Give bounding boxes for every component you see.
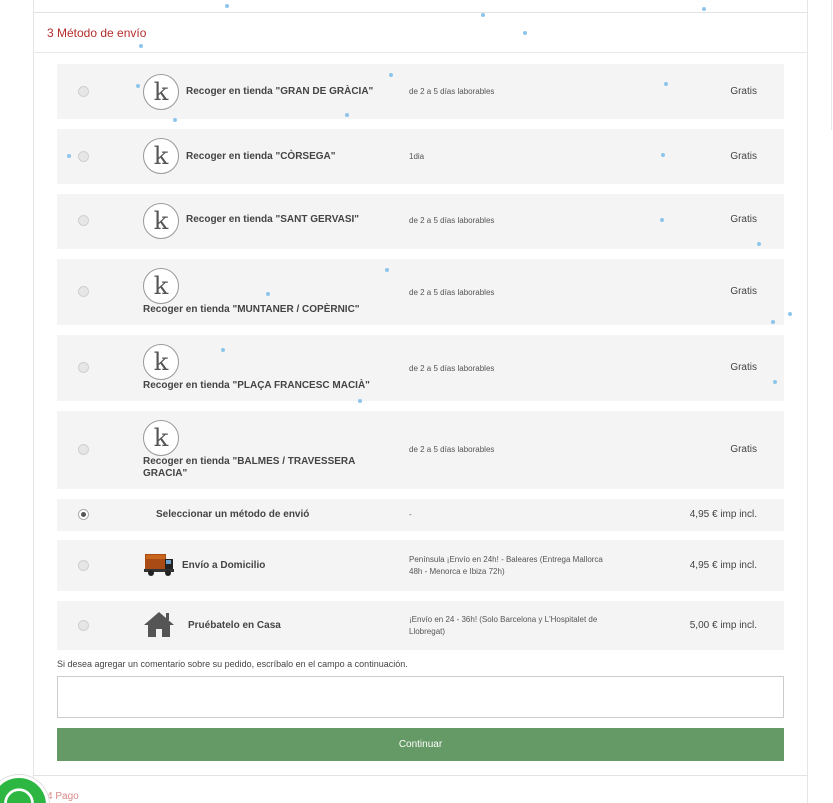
k-logo-icon: k xyxy=(143,420,179,456)
carrier-delay: de 2 a 5 días laborables xyxy=(409,288,495,297)
decorative-dot xyxy=(136,84,140,88)
comment-textarea[interactable] xyxy=(57,676,784,718)
k-logo-icon: k xyxy=(143,268,179,304)
carrier-price: Gratis xyxy=(730,444,757,455)
decorative-dot xyxy=(225,4,229,8)
bottom-divider xyxy=(33,775,808,776)
carrier-radio[interactable] xyxy=(78,362,89,373)
carrier-delay: ¡Envío en 24 - 36h! (Solo Barcelona y L'… xyxy=(409,615,598,636)
house-icon xyxy=(144,612,174,637)
carrier-price: Gratis xyxy=(730,214,757,225)
carrier-price: 5,00 € imp incl. xyxy=(689,620,757,631)
carrier-option-seleccionar[interactable]: Seleccionar un método de envió - 4,95 € … xyxy=(57,499,784,531)
payment-step-title[interactable]: 4 Pago xyxy=(47,791,79,802)
comment-label: Si desea agregar un comentario sobre su … xyxy=(57,659,408,669)
carrier-name: Seleccionar un método de envió xyxy=(156,509,310,520)
carrier-radio[interactable] xyxy=(78,620,89,631)
carrier-price: Gratis xyxy=(730,286,757,297)
carrier-price: 4,95 € imp incl. xyxy=(689,509,757,520)
carrier-delay: Península ¡Envío en 24h! - Baleares (Ent… xyxy=(409,555,603,576)
carrier-name: Pruébatelo en Casa xyxy=(188,620,281,631)
carrier-price: Gratis xyxy=(730,151,757,162)
carrier-option-gran-de-gracia[interactable]: k Recoger en tienda "GRAN DE GRÀCIA" de … xyxy=(57,64,784,119)
carrier-name: Recoger en tienda "MUNTANER / COPÈRNIC" xyxy=(143,304,360,315)
carrier-price: Gratis xyxy=(730,362,757,373)
decorative-dot xyxy=(702,7,706,11)
decorative-dot xyxy=(788,312,792,316)
carrier-radio[interactable] xyxy=(78,215,89,226)
carrier-option-muntaner-copernic[interactable]: k Recoger en tienda "MUNTANER / COPÈRNIC… xyxy=(57,259,784,325)
carrier-name: Recoger en tienda "SANT GERVASI" xyxy=(186,214,360,225)
carrier-name: Envío a Domicilio xyxy=(182,560,266,571)
carrier-name: Recoger en tienda "BALMES / TRAVESSERA G… xyxy=(143,456,355,479)
decorative-dot xyxy=(771,320,775,324)
carrier-radio[interactable] xyxy=(78,286,89,297)
carrier-radio[interactable] xyxy=(78,151,89,162)
decorative-dot xyxy=(139,44,143,48)
k-logo-icon: k xyxy=(143,138,179,174)
decorative-dot xyxy=(67,154,71,158)
carrier-price: 4,95 € imp incl. xyxy=(689,560,757,571)
decorative-dot xyxy=(757,242,761,246)
k-logo-icon: k xyxy=(143,344,179,380)
carrier-delay: de 2 a 5 días laborables xyxy=(409,216,495,225)
decorative-dot xyxy=(266,292,270,296)
carrier-delay: de 2 a 5 días laborables xyxy=(409,445,495,454)
decorative-dot xyxy=(660,218,664,222)
k-logo-icon: k xyxy=(143,74,179,110)
decorative-dot xyxy=(481,13,485,17)
shipping-step-title: 3 Método de envío xyxy=(47,26,147,40)
carrier-delay: 1dia xyxy=(409,152,425,161)
carrier-price: Gratis xyxy=(730,86,757,97)
carrier-option-corsega[interactable]: k Recoger en tienda "CÒRSEGA" 1dia Grati… xyxy=(57,129,784,184)
shipping-step-header[interactable]: 3 Método de envío xyxy=(33,13,808,53)
carrier-delay: de 2 a 5 días laborables xyxy=(409,87,495,96)
carrier-radio-selected[interactable] xyxy=(78,509,89,520)
carrier-radio[interactable] xyxy=(78,444,89,455)
carrier-name: Recoger en tienda "PLAÇA FRANCESC MACIÀ" xyxy=(143,380,370,391)
carrier-radio[interactable] xyxy=(78,560,89,571)
truck-icon xyxy=(144,554,174,576)
continue-button[interactable]: Continuar xyxy=(57,728,784,761)
decorative-dot xyxy=(345,113,349,117)
decorative-dot xyxy=(664,82,668,86)
carrier-option-placa-francesc-macia[interactable]: k Recoger en tienda "PLAÇA FRANCESC MACI… xyxy=(57,335,784,401)
decorative-dot xyxy=(221,348,225,352)
carrier-option-envio-domicilio[interactable]: Envío a Domicilio Península ¡Envío en 24… xyxy=(57,540,784,591)
phone-icon xyxy=(4,788,34,803)
decorative-dot xyxy=(173,118,177,122)
decorative-dot xyxy=(385,268,389,272)
carrier-radio[interactable] xyxy=(78,86,89,97)
k-logo-icon: k xyxy=(143,203,179,239)
carrier-name: Recoger en tienda "GRAN DE GRÀCIA" xyxy=(186,86,374,97)
decorative-dot xyxy=(523,31,527,35)
decorative-dot xyxy=(389,73,393,77)
whatsapp-icon[interactable] xyxy=(0,775,49,803)
decorative-dot xyxy=(773,380,777,384)
carrier-option-sant-gervasi[interactable]: k Recoger en tienda "SANT GERVASI" de 2 … xyxy=(57,194,784,249)
page-edge-divider xyxy=(831,0,832,130)
carrier-delay: - xyxy=(409,510,412,519)
carrier-option-pruebatelo-casa[interactable]: Pruébatelo en Casa ¡Envío en 24 - 36h! (… xyxy=(57,601,784,650)
decorative-dot xyxy=(661,153,665,157)
carrier-option-balmes-travessera[interactable]: k Recoger en tienda "BALMES / TRAVESSERA… xyxy=(57,411,784,489)
decorative-dot xyxy=(358,399,362,403)
carrier-name: Recoger en tienda "CÒRSEGA" xyxy=(186,151,336,162)
carrier-delay: de 2 a 5 días laborables xyxy=(409,364,495,373)
